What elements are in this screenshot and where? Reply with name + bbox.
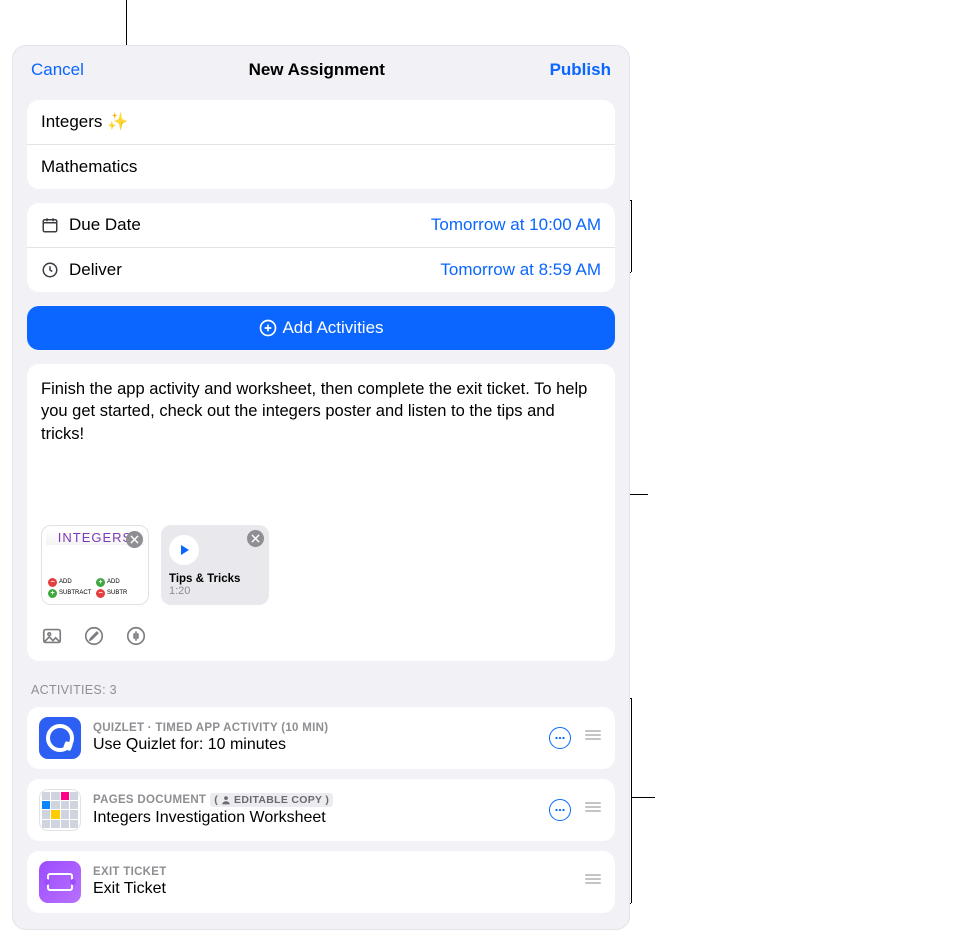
- attachment-audio[interactable]: Tips & Tricks 1:20: [161, 525, 269, 605]
- activity-meta: EXIT TICKET: [93, 866, 571, 878]
- activity-meta: PAGES DOCUMENT ( EDITABLE COPY): [93, 793, 537, 807]
- activities-section-label: ACTIVITIES: 3: [31, 683, 611, 697]
- play-icon: [178, 544, 190, 556]
- person-icon: [221, 795, 231, 805]
- assignment-title-field[interactable]: Integers ✨: [27, 100, 615, 145]
- description-textarea[interactable]: Finish the app activity and worksheet, t…: [41, 378, 601, 445]
- scribble-icon: [83, 625, 105, 647]
- assignment-title-text: Integers ✨: [41, 112, 128, 132]
- calendar-icon: [41, 216, 59, 234]
- description-toolbar: [41, 625, 601, 647]
- activity-row-pages[interactable]: PAGES DOCUMENT ( EDITABLE COPY) Integers…: [27, 779, 615, 841]
- audio-title: Tips & Tricks: [169, 573, 261, 585]
- reorder-icon: [583, 800, 603, 814]
- close-icon: [130, 535, 139, 544]
- attachment-poster[interactable]: INTEGERS −ADD +ADD +SUBTRACT −SUBTR: [41, 525, 149, 605]
- exit-ticket-icon: [39, 861, 81, 903]
- assignment-class-text: Mathematics: [41, 157, 137, 177]
- play-button[interactable]: [169, 535, 199, 565]
- activity-meta: QUIZLET · TIMED APP ACTIVITY (10 MIN): [93, 722, 537, 734]
- due-date-row[interactable]: Due Date Tomorrow at 10:00 AM: [27, 203, 615, 248]
- drag-handle[interactable]: [583, 728, 603, 747]
- image-icon: [41, 625, 63, 647]
- waveform-icon: [125, 625, 147, 647]
- editable-copy-badge: ( EDITABLE COPY): [210, 793, 333, 807]
- due-date-label: Due Date: [69, 215, 141, 235]
- due-date-value: Tomorrow at 10:00 AM: [431, 215, 601, 235]
- clock-icon: [41, 261, 59, 279]
- sheet-header: Cancel New Assignment Publish: [13, 46, 629, 92]
- activity-more-button[interactable]: [549, 799, 571, 821]
- add-activities-label: Add Activities: [282, 318, 383, 338]
- insert-image-button[interactable]: [41, 625, 63, 647]
- audio-duration: 1:20: [169, 585, 261, 597]
- assignment-sheet: Cancel New Assignment Publish Integers ✨…: [12, 45, 630, 930]
- deliver-value: Tomorrow at 8:59 AM: [440, 260, 601, 280]
- sheet-title: New Assignment: [249, 60, 385, 80]
- deliver-label: Deliver: [69, 260, 122, 280]
- sheet-body: Integers ✨ Mathematics Due Date Tomorrow…: [13, 100, 629, 927]
- publish-button[interactable]: Publish: [550, 60, 611, 80]
- attachment-remove-button[interactable]: [126, 531, 143, 548]
- activity-title: Integers Investigation Worksheet: [93, 809, 537, 827]
- assignment-class-field[interactable]: Mathematics: [27, 145, 615, 189]
- title-class-card: Integers ✨ Mathematics: [27, 100, 615, 189]
- drag-handle[interactable]: [583, 872, 603, 891]
- description-card: Finish the app activity and worksheet, t…: [27, 364, 615, 661]
- add-activities-button[interactable]: Add Activities: [27, 306, 615, 350]
- reorder-icon: [583, 728, 603, 742]
- reorder-icon: [583, 872, 603, 886]
- activity-row-exit-ticket[interactable]: EXIT TICKET Exit Ticket: [27, 851, 615, 913]
- close-icon: [251, 534, 260, 543]
- schedule-card: Due Date Tomorrow at 10:00 AM Deliver To…: [27, 203, 615, 292]
- insert-scribble-button[interactable]: [83, 625, 105, 647]
- attachment-row: INTEGERS −ADD +ADD +SUBTRACT −SUBTR: [41, 525, 601, 605]
- pages-doc-icon: [39, 789, 81, 831]
- activity-row-quizlet[interactable]: QUIZLET · TIMED APP ACTIVITY (10 MIN) Us…: [27, 707, 615, 769]
- ellipsis-icon: [553, 731, 567, 745]
- ellipsis-icon: [553, 803, 567, 817]
- quizlet-app-icon: [39, 717, 81, 759]
- activity-title: Exit Ticket: [93, 880, 571, 898]
- insert-audio-button[interactable]: [125, 625, 147, 647]
- cancel-button[interactable]: Cancel: [31, 60, 84, 80]
- activity-more-button[interactable]: [549, 727, 571, 749]
- activity-title: Use Quizlet for: 10 minutes: [93, 736, 537, 754]
- drag-handle[interactable]: [583, 800, 603, 819]
- attachment-remove-button[interactable]: [247, 530, 264, 547]
- deliver-row[interactable]: Deliver Tomorrow at 8:59 AM: [27, 248, 615, 292]
- plus-circle-icon: [258, 318, 278, 338]
